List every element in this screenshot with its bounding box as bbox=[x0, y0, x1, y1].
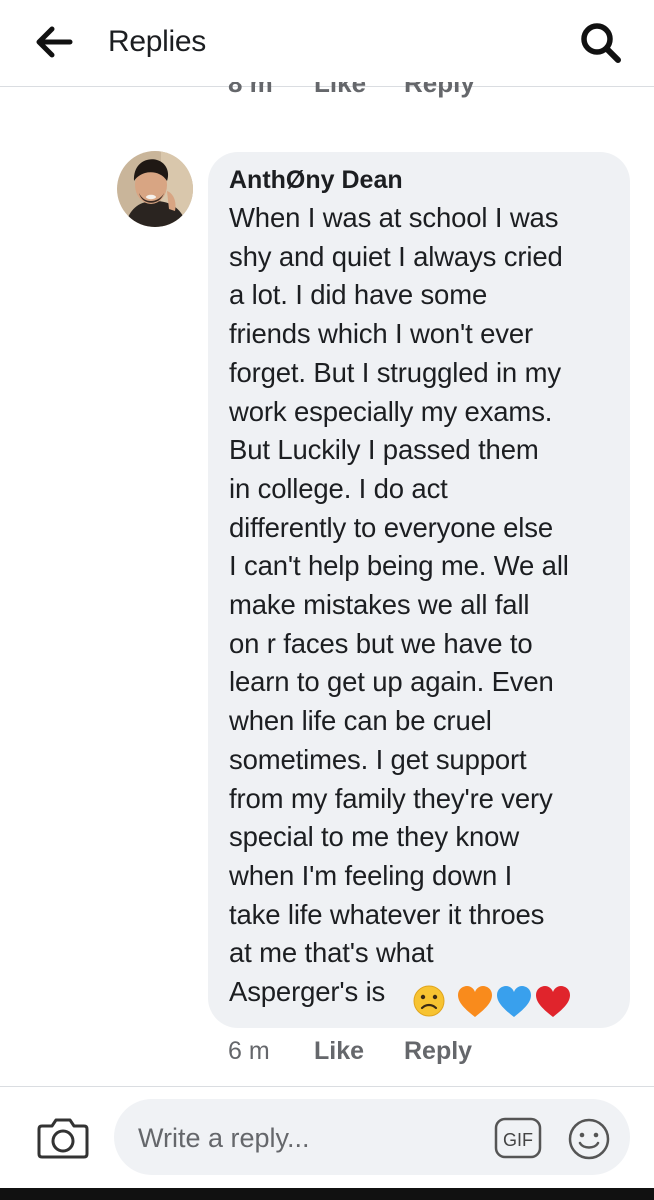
comment-text: When I was at school I was shy and quiet… bbox=[229, 199, 624, 1012]
comment-author[interactable]: AnthØny Dean bbox=[229, 164, 403, 196]
comment-line: differently to everyone else bbox=[229, 511, 553, 543]
composer-divider bbox=[0, 1086, 654, 1087]
comment-line: at me that's what bbox=[229, 937, 434, 969]
back-arrow-icon[interactable] bbox=[30, 20, 80, 64]
comment-emojis bbox=[413, 985, 570, 1017]
comment-line: in college. I do act bbox=[229, 472, 448, 504]
comment-actions: 6 m Like Reply bbox=[228, 1035, 528, 1067]
previous-like-button[interactable]: Like bbox=[314, 82, 366, 98]
top-bar: Replies bbox=[0, 0, 654, 87]
avatar[interactable] bbox=[117, 151, 193, 227]
comment-line: But Luckily I passed them bbox=[229, 434, 539, 466]
comment-line: learn to get up again. Even bbox=[229, 666, 554, 698]
previous-reply-button[interactable]: Reply bbox=[404, 82, 475, 98]
orange-heart-icon bbox=[458, 986, 492, 1017]
comment-line: a lot. I did have some bbox=[229, 279, 488, 311]
system-nav-bar bbox=[0, 1188, 654, 1200]
comment-line: from my family they're very bbox=[229, 782, 553, 814]
comment-line: make mistakes we all fall bbox=[229, 589, 530, 621]
search-icon[interactable] bbox=[576, 18, 626, 68]
comment-line: forget. But I struggled in my bbox=[229, 356, 561, 388]
comment-line: sometimes. I get support bbox=[229, 743, 527, 775]
comment-line: When I was at school I was bbox=[229, 202, 559, 233]
previous-comment-time: 8 m bbox=[228, 82, 273, 98]
red-heart-icon bbox=[536, 986, 570, 1017]
gif-button[interactable]: GIF bbox=[494, 1116, 542, 1160]
blue-heart-icon bbox=[497, 986, 531, 1017]
confused-face-icon bbox=[413, 985, 445, 1017]
comment-line: work especially my exams. bbox=[229, 395, 553, 427]
reply-placeholder: Write a reply... bbox=[138, 1123, 310, 1153]
comment-line: special to me they know bbox=[229, 821, 520, 853]
like-button[interactable]: Like bbox=[314, 1035, 364, 1067]
comment-line: when I'm feeling down I bbox=[229, 859, 513, 891]
comment-line: take life whatever it throes bbox=[229, 898, 545, 930]
comment-time: 6 m bbox=[228, 1037, 270, 1065]
reply-button[interactable]: Reply bbox=[404, 1035, 472, 1067]
comment-line: on r faces but we have to bbox=[229, 627, 533, 659]
comment-line: I can't help being me. We all bbox=[229, 550, 569, 582]
camera-icon[interactable] bbox=[36, 1112, 90, 1162]
gif-label: GIF bbox=[503, 1130, 533, 1150]
previous-comment-actions: 8 m Like Reply bbox=[228, 82, 528, 112]
comment-line: when life can be cruel bbox=[229, 705, 492, 737]
comment-line: shy and quiet I always cried bbox=[229, 240, 563, 272]
smiley-icon[interactable] bbox=[566, 1116, 612, 1162]
page-title: Replies bbox=[108, 25, 206, 58]
comment-line: friends which I won't ever bbox=[229, 318, 533, 350]
